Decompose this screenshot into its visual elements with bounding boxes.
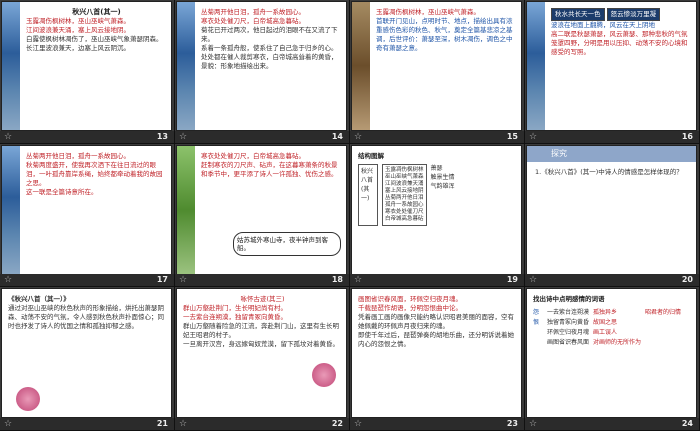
slide-24[interactable]: 找出诗中点明感情的词语 怨恨 一去紫台连朔漠 独留青冢向黄昏 环佩空归夜月魂 画…	[525, 287, 700, 431]
star-icon: ☆	[179, 131, 188, 142]
star-icon: ☆	[179, 275, 188, 286]
slide-15[interactable]: 玉露凋伤枫树林，巫山巫峡气萧森。 首联开门见山，点明时节、地点，描绘出具有浓重感…	[350, 0, 525, 144]
star-icon: ☆	[354, 275, 363, 286]
slide-17[interactable]: 丛菊两开他日泪，孤舟一系故园心。 秋菊两度盛开，使我再次洒下在往日流过的眼泪，一…	[0, 143, 175, 288]
star-icon: ☆	[354, 131, 363, 142]
slide-21[interactable]: 《秋兴八首（其一）》 通过对巫山巫峡的秋色秋声的形象描绘，烘托出萧瑟阴森、动荡不…	[0, 287, 175, 431]
speech-bubble: 姑苏城外寒山寺，夜半钟声到客船。	[233, 231, 341, 256]
star-icon: ☆	[179, 418, 188, 429]
slide-14[interactable]: 丛菊两开他日泪，孤舟一系故园心。 寒衣处处催刀尺，白帝城高急暮砧。 菊花已开过两…	[175, 0, 350, 144]
slide-19[interactable]: 结构图解 秋兴八首(其一) 玉露凋伤枫树林 巫山巫峡气萧森 江间波浪兼天涌 塞上…	[350, 143, 525, 288]
slide-13[interactable]: 秋兴八首(其一) 玉露凋伤枫树林，巫山巫峡气萧森。 江间波浪兼天涌，塞上风云接地…	[0, 0, 175, 144]
star-icon: ☆	[4, 275, 13, 286]
slide-18[interactable]: 寒衣处处催刀尺，白帝城高急暮砧。 赶制寒衣的刀尺声、砧声，在这暮寒萧条的秋景和季…	[175, 143, 350, 288]
slide-20[interactable]: 探究 1.《秋兴八首》(其一)中诗人的情感是怎样体现的？ ☆ 20	[525, 143, 700, 288]
star-icon: ☆	[354, 418, 363, 429]
star-icon: ☆	[529, 131, 538, 142]
star-icon: ☆	[529, 275, 538, 286]
lotus-image	[312, 363, 336, 388]
slide-22[interactable]: 咏怀古迹(其三) 群山万壑赴荆门，生长明妃尚有村。 一去紫台连朔漠，独留青冢向黄…	[175, 287, 350, 431]
lotus-image	[16, 387, 40, 412]
slide-title: 秋兴八首(其一)	[72, 8, 121, 16]
star-icon: ☆	[4, 131, 13, 142]
slide-23[interactable]: 画图省识春风面，环佩空归夜月魂。 千载琵琶作胡语，分明怨恨曲中论。 凭着画工画的…	[350, 287, 525, 431]
star-icon: ☆	[4, 418, 13, 429]
star-icon: ☆	[529, 418, 538, 429]
slide-16[interactable]: 秋水共长天一色 怒云惨淡万里凝 波浪在地面上翻腾，风云在天上阴地 高二联是秋瑟萧…	[525, 0, 700, 144]
